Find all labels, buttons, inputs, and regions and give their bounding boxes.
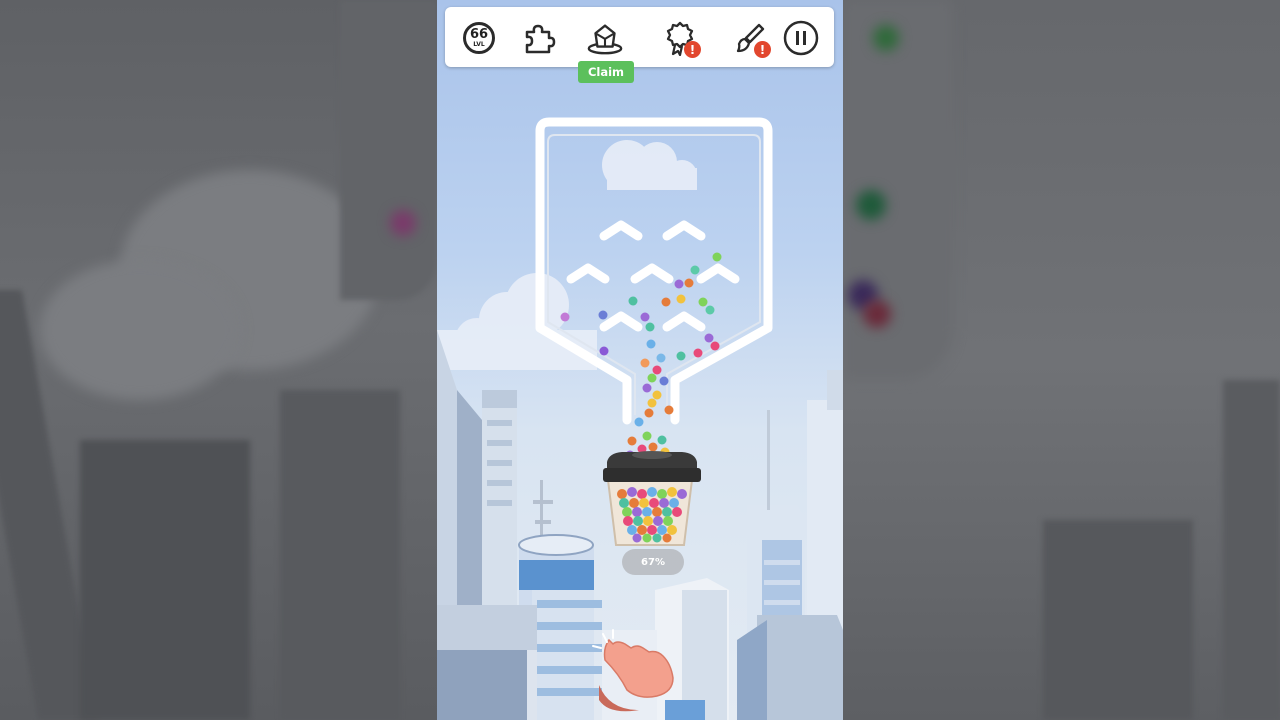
level-suffix: LVL (473, 41, 485, 48)
puzzle-button[interactable] (521, 19, 559, 57)
cup-reward-button[interactable] (586, 19, 624, 57)
badge-button[interactable]: ! (661, 19, 701, 58)
cup-reward-icon (587, 24, 623, 55)
level-number: 66 (469, 27, 489, 42)
level-button[interactable]: 66 LVL (460, 19, 498, 57)
pause-icon (783, 20, 819, 56)
paint-brush-button[interactable]: ! (731, 19, 771, 58)
claim-button[interactable]: Claim (578, 61, 634, 83)
level-icon: 66 LVL (463, 22, 495, 54)
cup (603, 451, 701, 546)
blurred-background-right (843, 0, 1280, 720)
badge-alert-icon: ! (684, 41, 701, 58)
fill-progress-label: 67% (622, 549, 684, 575)
hand-cursor-icon (592, 629, 674, 712)
game-screen[interactable]: 67% 66 LVL ! ! Claim (437, 0, 843, 720)
paint-alert-icon: ! (754, 41, 771, 58)
puzzle-icon (525, 24, 556, 54)
pause-button[interactable] (782, 19, 820, 57)
top-toolbar: 66 LVL ! ! (445, 7, 834, 67)
ball-funnel (535, 117, 773, 712)
blurred-background-left (0, 0, 437, 720)
